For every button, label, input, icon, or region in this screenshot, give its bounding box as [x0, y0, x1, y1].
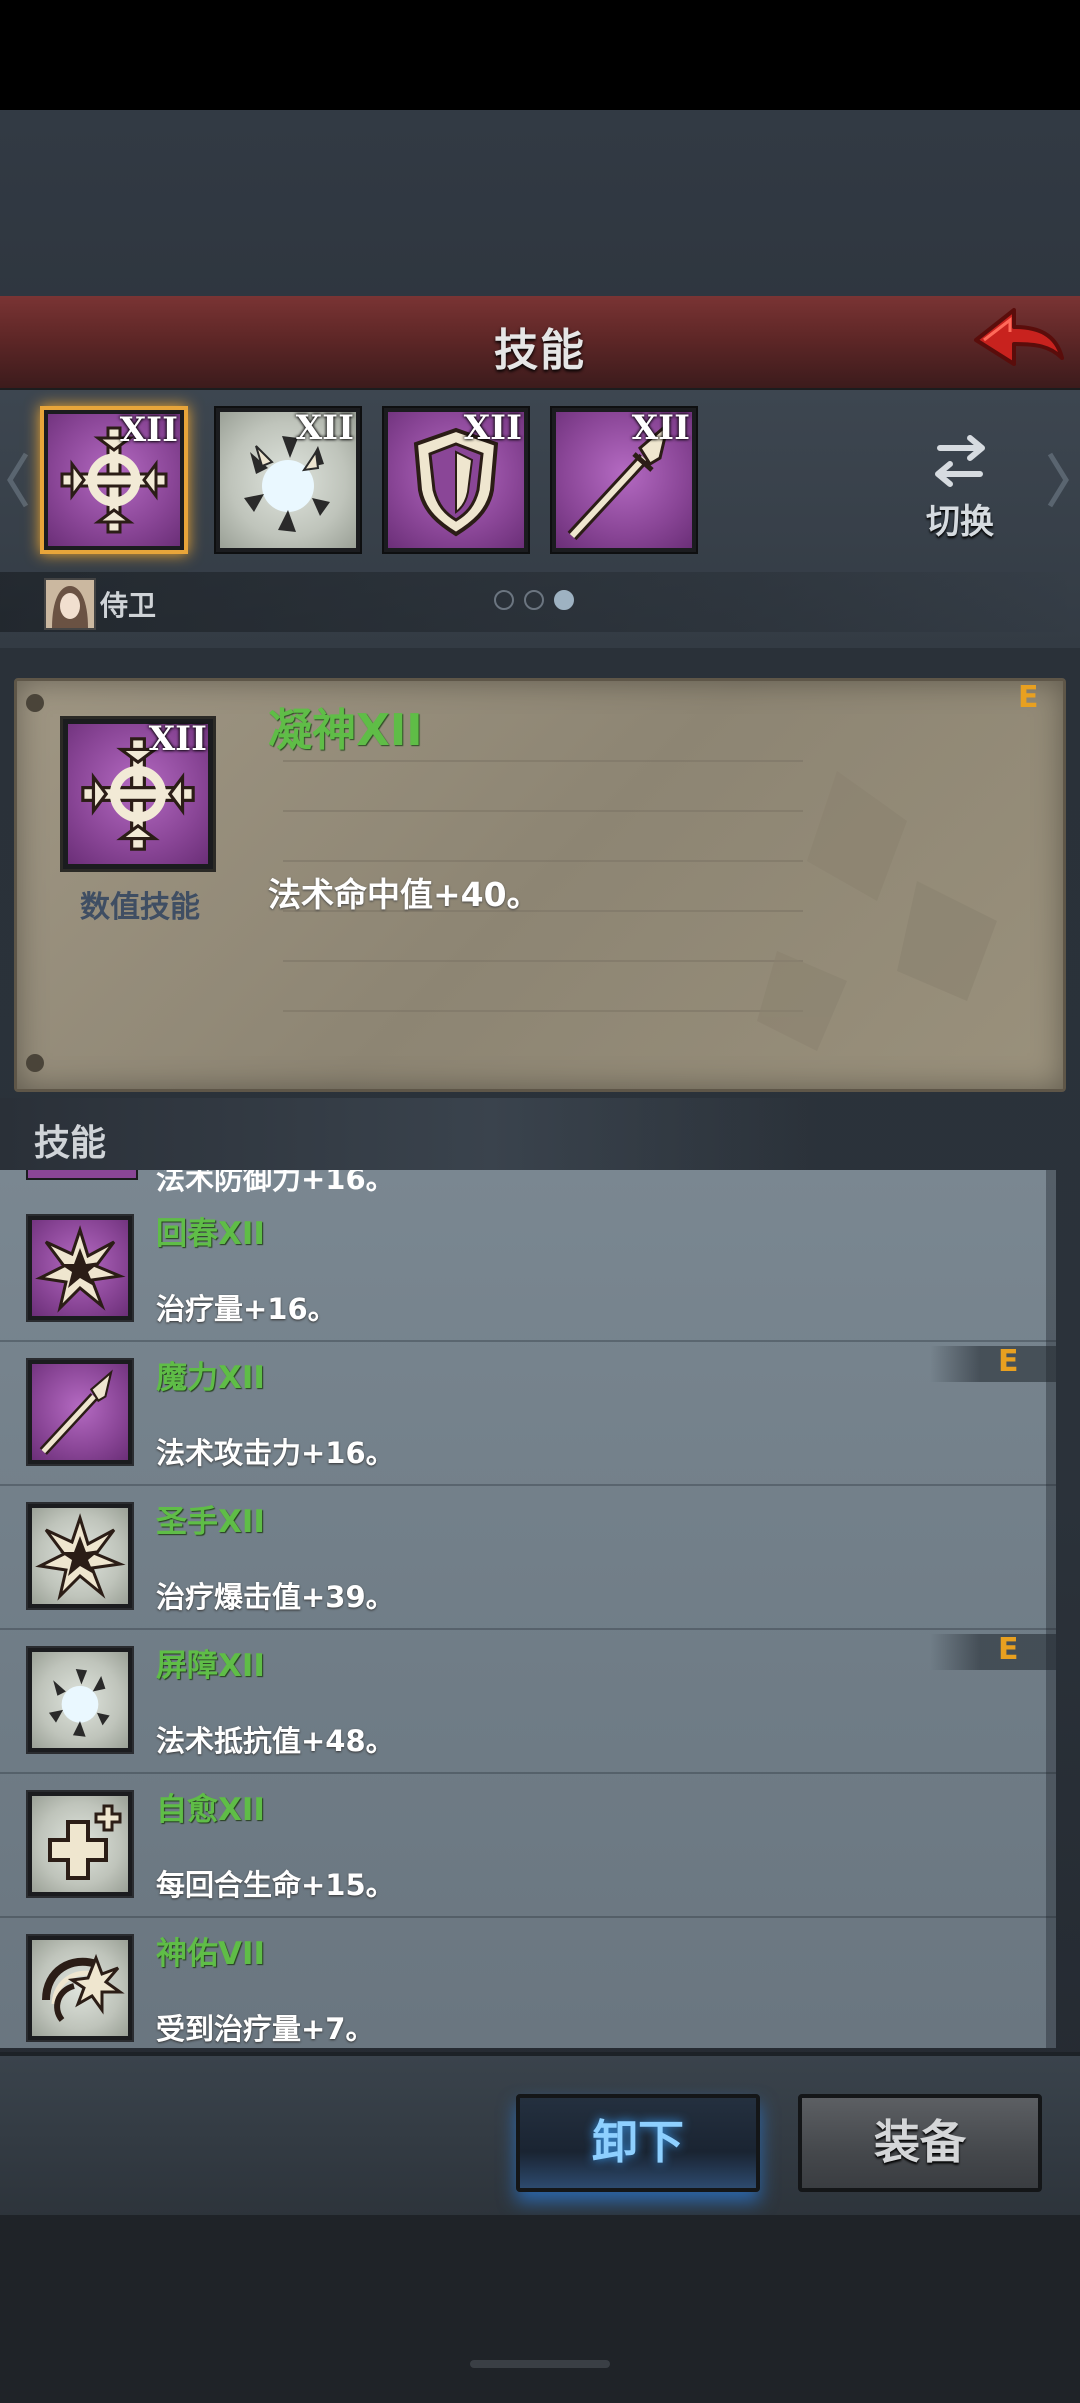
character-name: 侍卫 [100, 589, 157, 622]
skill-name: 凝神XII [268, 705, 423, 756]
scrollbar[interactable] [1046, 1170, 1056, 2048]
grade-badge: E [998, 1632, 1019, 1667]
skill-icon [26, 1934, 134, 2042]
skill-level: XII [119, 410, 178, 450]
skill-desc: 法术防御力+16。 [156, 1170, 395, 1194]
skill-icon [26, 1502, 134, 1610]
skill-desc: 法术攻击力+16。 [156, 1436, 395, 1470]
page-dot-active[interactable] [554, 590, 574, 610]
skill-icon [26, 1214, 134, 1322]
skill-desc: 每回合生命+15。 [156, 1868, 395, 1902]
burst-icon [32, 1508, 128, 1604]
list-item[interactable]: E 魔力XII 法术攻击力+16。 [0, 1340, 1056, 1486]
skill-name: 魔力XII [156, 1360, 265, 1396]
section-title: 技能 [34, 1123, 107, 1164]
skill-name: 圣手XII [156, 1504, 265, 1540]
skill-level: XII [295, 408, 354, 448]
skill-name: 自愈XII [156, 1792, 265, 1828]
list-item[interactable]: E 屏障XII 法术抵抗值+48。 [0, 1628, 1056, 1774]
list-item[interactable]: 圣手XII 治疗爆击值+39。 [0, 1484, 1056, 1630]
skill-level: XII [463, 408, 522, 448]
switch-label[interactable]: 切换 [900, 494, 1020, 543]
section-header [0, 1098, 820, 1170]
skill-type-label: 数值技能 [80, 890, 200, 925]
skill-desc: 法术抵抗值+48。 [156, 1724, 395, 1758]
equip-button[interactable]: 装备 [798, 2094, 1042, 2192]
skill-level: XII [631, 408, 690, 448]
cross-plus-icon [32, 1796, 128, 1892]
chevron-right-icon[interactable] [1044, 450, 1072, 510]
navigation-bar-area [0, 2215, 1080, 2403]
grade-badge: E [1018, 680, 1039, 715]
skill-description: 法术命中值+40。 [268, 875, 540, 914]
swap-arrows-icon [935, 435, 985, 487]
burst-icon [32, 1220, 128, 1316]
skill-name: 神佑VII [156, 1936, 266, 1972]
equipped-slot-2[interactable]: XII [214, 406, 362, 554]
skill-name: 屏障XII [156, 1648, 265, 1684]
skill-list[interactable]: 法术防御力+16。 回春XII 治疗量+16。 E 魔力XII 法术攻击力+16… [0, 1170, 1056, 2048]
list-item-partial[interactable]: 法术防御力+16。 [0, 1170, 1056, 1194]
list-item[interactable]: 回春XII 治疗量+16。 [0, 1196, 1056, 1342]
equipped-slot-1[interactable]: XII [40, 406, 188, 554]
header-bar: 技能 [0, 296, 1080, 391]
skill-icon [26, 1646, 134, 1754]
skill-desc: 治疗爆击值+39。 [156, 1580, 395, 1614]
chevron-left-icon[interactable] [6, 450, 30, 510]
page-dot[interactable] [494, 590, 514, 610]
home-indicator[interactable] [470, 2360, 610, 2368]
back-arrow-icon[interactable] [968, 300, 1068, 380]
skill-desc: 受到治疗量+7。 [156, 2012, 375, 2046]
unequip-button[interactable]: 卸下 [516, 2094, 760, 2192]
equipped-slot-3[interactable]: XII [382, 406, 530, 554]
skill-desc: 治疗量+16。 [156, 1292, 337, 1326]
grade-badge: E [998, 1344, 1019, 1379]
skill-level: XII [148, 719, 207, 759]
detail-skill-icon: XII [60, 716, 216, 872]
swirl-burst-icon [32, 1940, 128, 2036]
shatter-icon [32, 1652, 128, 1748]
page-dot[interactable] [524, 590, 544, 610]
avatar[interactable] [44, 578, 96, 630]
page-title: 技能 [494, 325, 586, 376]
grade-badge-bg [930, 1346, 1056, 1382]
skill-icon [26, 1790, 134, 1898]
spear-icon [32, 1364, 128, 1460]
equipped-slot-4[interactable]: XII [550, 406, 698, 554]
skill-icon [26, 1358, 134, 1466]
list-item[interactable]: 自愈XII 每回合生命+15。 [0, 1772, 1056, 1918]
skill-name: 回春XII [156, 1216, 265, 1252]
pagination-dots [494, 590, 584, 614]
status-bar-area [0, 0, 1080, 110]
list-item[interactable]: 神佑VII 受到治疗量+7。 [0, 1916, 1056, 2048]
grade-badge-bg [930, 1634, 1056, 1670]
